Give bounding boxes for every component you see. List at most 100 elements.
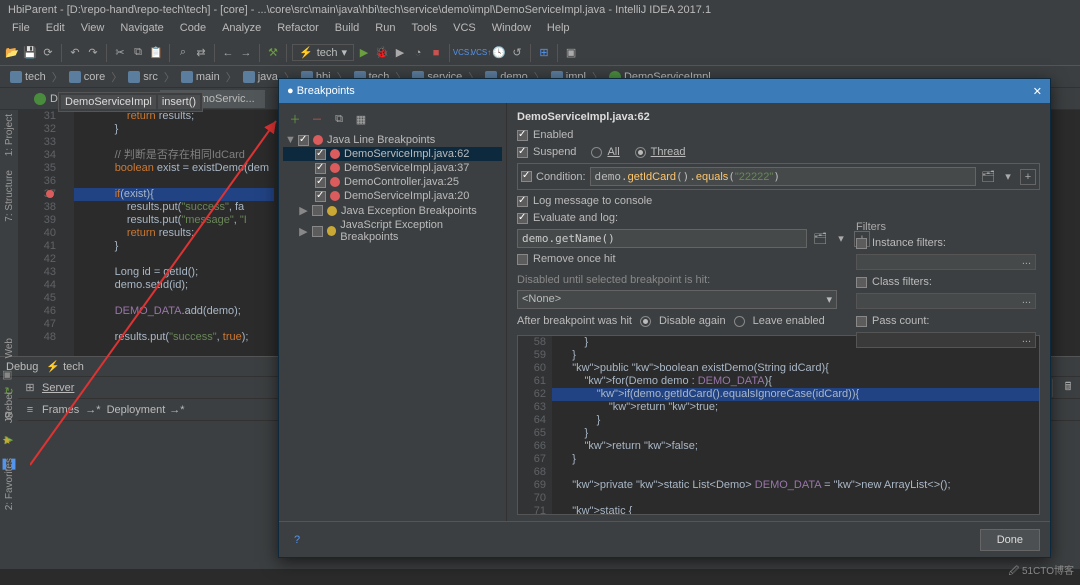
menu-refactor[interactable]: Refactor xyxy=(269,20,327,40)
history-icon[interactable]: 🕓 xyxy=(491,45,507,61)
debug-icon[interactable]: 🐞 xyxy=(374,45,390,61)
copy-icon[interactable]: ⧉ xyxy=(130,45,146,61)
cond-add-icon[interactable]: + xyxy=(1020,169,1036,185)
revert-icon[interactable]: ↺ xyxy=(509,45,525,61)
eval-input[interactable]: demo.getName() xyxy=(517,229,807,248)
condition-checkbox[interactable] xyxy=(521,171,532,182)
breadcrumb-item[interactable]: src xyxy=(124,70,162,84)
add-breakpoint-icon[interactable]: ＋ xyxy=(287,111,303,127)
web-tool-button[interactable]: Web xyxy=(4,338,15,358)
breadcrumb-item[interactable]: tech xyxy=(6,70,50,84)
menu-file[interactable]: File xyxy=(4,20,38,40)
disabled-until-combo[interactable]: <None>▾ xyxy=(517,290,837,309)
profile-icon[interactable]: ◔ xyxy=(410,45,426,61)
editor[interactable]: 313233343536373839404142434445464748 ret… xyxy=(18,110,274,356)
suspend-thread-radio[interactable] xyxy=(635,147,646,158)
breakpoint-title-icon: ● xyxy=(287,85,294,97)
server-tab[interactable]: Server xyxy=(42,382,74,394)
tree-java-exception-bp[interactable]: ▶Java Exception Breakpoints xyxy=(283,203,502,218)
breakpoint-tree-item[interactable]: DemoServiceImpl.java:62 xyxy=(283,147,502,161)
undo-icon[interactable]: ↶ xyxy=(67,45,83,61)
bp-toolbar-icon[interactable]: ⧉ xyxy=(331,111,347,127)
enabled-checkbox[interactable] xyxy=(517,130,528,141)
remove-breakpoint-icon[interactable]: － xyxy=(309,111,325,127)
paste-icon[interactable]: 📋 xyxy=(148,45,164,61)
jrebel-tool-icon[interactable]: ▣ xyxy=(2,368,16,382)
vcs-update-icon[interactable]: VCS↓ xyxy=(455,45,471,61)
pass-count-checkbox[interactable] xyxy=(856,316,867,327)
menu-edit[interactable]: Edit xyxy=(38,20,73,40)
menu-navigate[interactable]: Navigate xyxy=(112,20,171,40)
breakpoint-tree-item[interactable]: DemoController.java:25 xyxy=(283,175,502,189)
dialog-titlebar[interactable]: ● Breakpoints ✕ xyxy=(279,79,1050,103)
eval-expand-icon[interactable]: ▾ xyxy=(833,231,849,247)
instance-filters-input[interactable] xyxy=(856,254,1036,270)
back-icon[interactable]: ← xyxy=(220,45,236,61)
deployment-label[interactable]: Deployment xyxy=(107,404,166,416)
menu-analyze[interactable]: Analyze xyxy=(214,20,269,40)
menu-build[interactable]: Build xyxy=(327,20,367,40)
menu-help[interactable]: Help xyxy=(539,20,578,40)
favorites-tool-button[interactable]: 2: Favorites xyxy=(4,458,15,510)
class-filters-input[interactable] xyxy=(856,293,1036,309)
frames-label[interactable]: Frames xyxy=(42,404,79,416)
menu-vcs[interactable]: VCS xyxy=(445,20,484,40)
suspend-checkbox[interactable] xyxy=(517,147,528,158)
disable-again-radio[interactable] xyxy=(640,316,651,327)
build-icon[interactable]: ⚒ xyxy=(265,45,281,61)
editor-gutter[interactable]: 313233343536373839404142434445464748 xyxy=(18,110,74,356)
forward-icon[interactable]: → xyxy=(238,45,254,61)
run-icon[interactable]: ▶ xyxy=(356,45,372,61)
tree-java-line-bp[interactable]: ▼Java Line Breakpoints xyxy=(283,133,502,147)
coverage-icon[interactable]: ▶ xyxy=(392,45,408,61)
favorites-icon[interactable]: ★ xyxy=(2,434,16,448)
pass-count-input[interactable] xyxy=(856,332,1036,348)
breakpoint-tree-item[interactable]: DemoServiceImpl.java:37 xyxy=(283,161,502,175)
menu-run[interactable]: Run xyxy=(367,20,403,40)
menu-view[interactable]: View xyxy=(73,20,113,40)
structure-icon[interactable]: ⊞ xyxy=(536,45,552,61)
help-icon[interactable]: ? xyxy=(289,532,305,548)
replace-icon[interactable]: ⇄ xyxy=(193,45,209,61)
cut-icon[interactable]: ✂ xyxy=(112,45,128,61)
jrebel-tool-button[interactable]: JRebel xyxy=(4,392,15,423)
close-icon[interactable]: ✕ xyxy=(1033,85,1042,98)
suspend-all-radio[interactable] xyxy=(591,147,602,158)
window-title: HbiParent - [D:\repo-hand\repo-tech\tech… xyxy=(8,4,711,16)
bp-group-icon[interactable]: ▦ xyxy=(353,111,369,127)
vcs-commit-icon[interactable]: VCS↑ xyxy=(473,45,489,61)
instance-filters-checkbox[interactable] xyxy=(856,238,867,249)
breakpoint-marker[interactable] xyxy=(46,190,54,198)
remove-once-checkbox[interactable] xyxy=(517,254,528,265)
breadcrumb-item[interactable]: core xyxy=(65,70,109,84)
breadcrumb-item[interactable]: java xyxy=(239,70,282,84)
condition-input[interactable]: demo.getIdCard().equals("22222") xyxy=(590,167,976,186)
eval-checkbox[interactable] xyxy=(517,213,528,224)
stop-icon[interactable]: ■ xyxy=(428,45,444,61)
jrebel-icon[interactable]: ▣ xyxy=(563,45,579,61)
save-icon[interactable]: 💾 xyxy=(22,45,38,61)
class-filters-checkbox[interactable] xyxy=(856,277,867,288)
menu-tools[interactable]: Tools xyxy=(403,20,445,40)
structure-tool-button[interactable]: 7: Structure xyxy=(4,170,15,222)
done-button[interactable]: Done xyxy=(980,529,1040,551)
log-msg-checkbox[interactable] xyxy=(517,196,528,207)
breadcrumb-item[interactable]: main xyxy=(177,70,224,84)
tree-js-exception-bp[interactable]: ▶JavaScript Exception Breakpoints xyxy=(283,218,502,244)
cond-expand-icon[interactable]: ▾ xyxy=(1000,169,1016,185)
eval-lang-icon[interactable]: 🗂 xyxy=(812,231,828,247)
find-icon[interactable]: ⌕ xyxy=(175,45,191,61)
cond-lang-icon[interactable]: 🗂 xyxy=(980,169,996,185)
evaluate-icon[interactable]: 🖩 xyxy=(1060,380,1076,396)
project-tool-button[interactable]: 1: Project xyxy=(4,114,15,156)
menu-code[interactable]: Code xyxy=(172,20,214,40)
leave-enabled-radio[interactable] xyxy=(734,316,745,327)
sync-icon[interactable]: ⟳ xyxy=(40,45,56,61)
breakpoint-tree-item[interactable]: DemoServiceImpl.java:20 xyxy=(283,189,502,203)
run-config-combo[interactable]: ⚡ tech ▾ xyxy=(292,44,354,61)
menu-window[interactable]: Window xyxy=(484,20,539,40)
open-icon[interactable]: 📂 xyxy=(4,45,20,61)
code-preview[interactable]: 585960616263646566676869707172 } } "kw">… xyxy=(517,335,1040,515)
editor-code[interactable]: return results; } // 判断是否存在相同IdCard bool… xyxy=(74,110,274,356)
redo-icon[interactable]: ↷ xyxy=(85,45,101,61)
